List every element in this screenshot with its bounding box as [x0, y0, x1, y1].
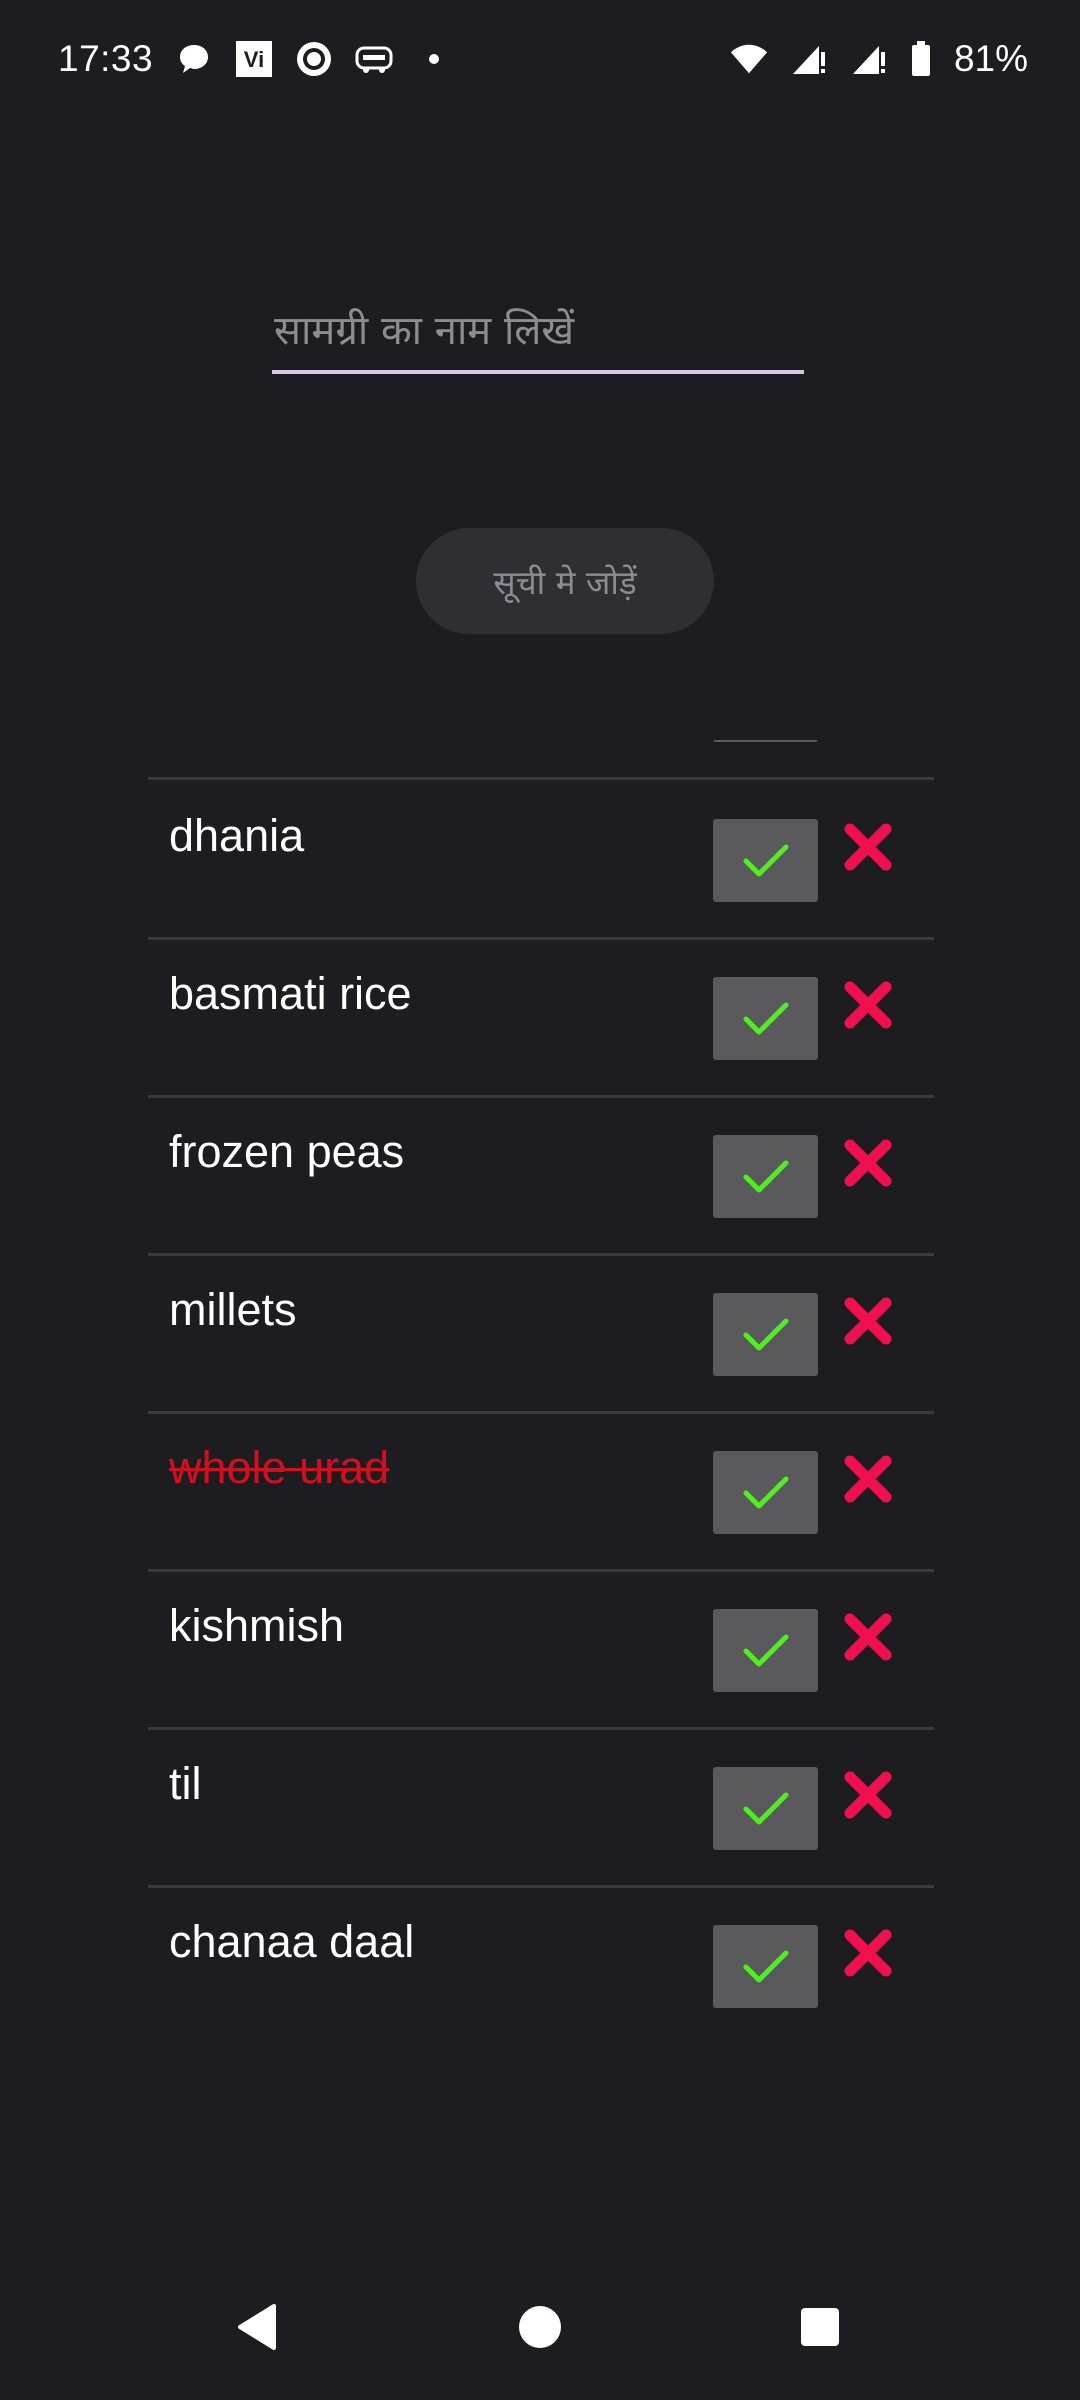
- status-time: 17:33: [58, 38, 154, 79]
- mark-done-button[interactable]: [713, 977, 818, 1060]
- mark-done-button[interactable]: [713, 1135, 818, 1218]
- delete-item-button[interactable]: [840, 1135, 896, 1191]
- check-icon: [743, 1476, 788, 1508]
- item-name: dhania: [169, 810, 305, 861]
- signal-icon: [850, 40, 888, 78]
- delete-item-button[interactable]: [840, 1767, 896, 1823]
- circle-record-icon: [295, 40, 333, 78]
- delete-item-button[interactable]: [840, 1451, 896, 1507]
- delete-item-button[interactable]: [840, 819, 896, 875]
- status-right: 81%: [730, 38, 1028, 80]
- cross-icon: [844, 981, 892, 1029]
- delete-item-button[interactable]: [840, 1293, 896, 1349]
- battery-percentage: 81%: [953, 38, 1028, 79]
- check-icon: [743, 1950, 788, 1982]
- check-icon: [743, 1634, 788, 1666]
- item-name: millets: [169, 1284, 297, 1335]
- mark-done-button[interactable]: [713, 1451, 818, 1534]
- ingredient-name-input[interactable]: [272, 298, 804, 374]
- list-item: kishmish: [148, 1572, 934, 1730]
- check-icon: [743, 1318, 788, 1350]
- check-icon: [743, 844, 788, 876]
- dot-icon: [415, 40, 453, 78]
- system-nav-bar: [0, 2270, 1080, 2400]
- list-item: til: [148, 1730, 934, 1888]
- cross-icon: [844, 1455, 892, 1503]
- battery-icon: [910, 40, 932, 78]
- list-item: millets: [148, 1256, 934, 1414]
- mark-done-button[interactable]: [713, 1609, 818, 1692]
- delete-item-button[interactable]: [840, 977, 896, 1033]
- cross-icon: [844, 1929, 892, 1977]
- list-item: basmati rice: [148, 940, 934, 1098]
- status-bar: 17:33 Vi 81%: [0, 0, 1080, 118]
- cross-icon: [844, 823, 892, 871]
- recents-icon[interactable]: [785, 2292, 855, 2362]
- app-screen: 17:33 Vi 81% सामग्री का नाम लिखें सूची म…: [0, 0, 1080, 2400]
- mark-done-button[interactable]: [713, 819, 818, 902]
- home-icon[interactable]: [505, 2292, 575, 2362]
- vi-app-icon: Vi: [235, 40, 273, 78]
- chat-bubble-icon: [175, 40, 213, 78]
- cross-icon: [844, 1771, 892, 1819]
- list-item: [148, 740, 934, 780]
- check-icon: [743, 1792, 788, 1824]
- mark-done-button[interactable]: [713, 1767, 818, 1850]
- list-item: dhania: [148, 782, 934, 940]
- cross-icon: [844, 1139, 892, 1187]
- list-item: frozen peas: [148, 1098, 934, 1256]
- cross-icon: [844, 1613, 892, 1661]
- cross-icon: [844, 1297, 892, 1345]
- status-left: 17:33 Vi: [58, 38, 453, 80]
- mark-done-button[interactable]: [713, 1925, 818, 2008]
- item-name: frozen peas: [169, 1126, 405, 1177]
- delete-item-button[interactable]: [840, 1925, 896, 1981]
- list-item: chanaa daal: [148, 1888, 934, 2040]
- check-icon: [743, 1002, 788, 1034]
- ingredient-list[interactable]: dhania basmati rice frozen peas millets …: [148, 740, 934, 2040]
- mark-done-button[interactable]: [713, 1293, 818, 1376]
- list-item: whole urad: [148, 1414, 934, 1572]
- check-icon: [743, 1160, 788, 1192]
- item-name-completed: whole urad: [169, 1442, 390, 1493]
- item-name: chanaa daal: [169, 1916, 415, 1967]
- delete-item-button[interactable]: [840, 1609, 896, 1665]
- back-icon[interactable]: [222, 2292, 292, 2362]
- svg-text:Vi: Vi: [244, 47, 264, 72]
- item-name: til: [169, 1758, 202, 1809]
- wifi-icon: [730, 40, 768, 78]
- item-name: kishmish: [169, 1600, 345, 1651]
- add-to-list-button[interactable]: सूची मे जोड़ें: [416, 528, 714, 634]
- redbus-icon: [355, 40, 393, 78]
- ingredient-input-container: [272, 298, 804, 380]
- signal-icon: [790, 40, 828, 78]
- item-name: basmati rice: [169, 968, 412, 1019]
- mark-done-button[interactable]: [713, 740, 818, 742]
